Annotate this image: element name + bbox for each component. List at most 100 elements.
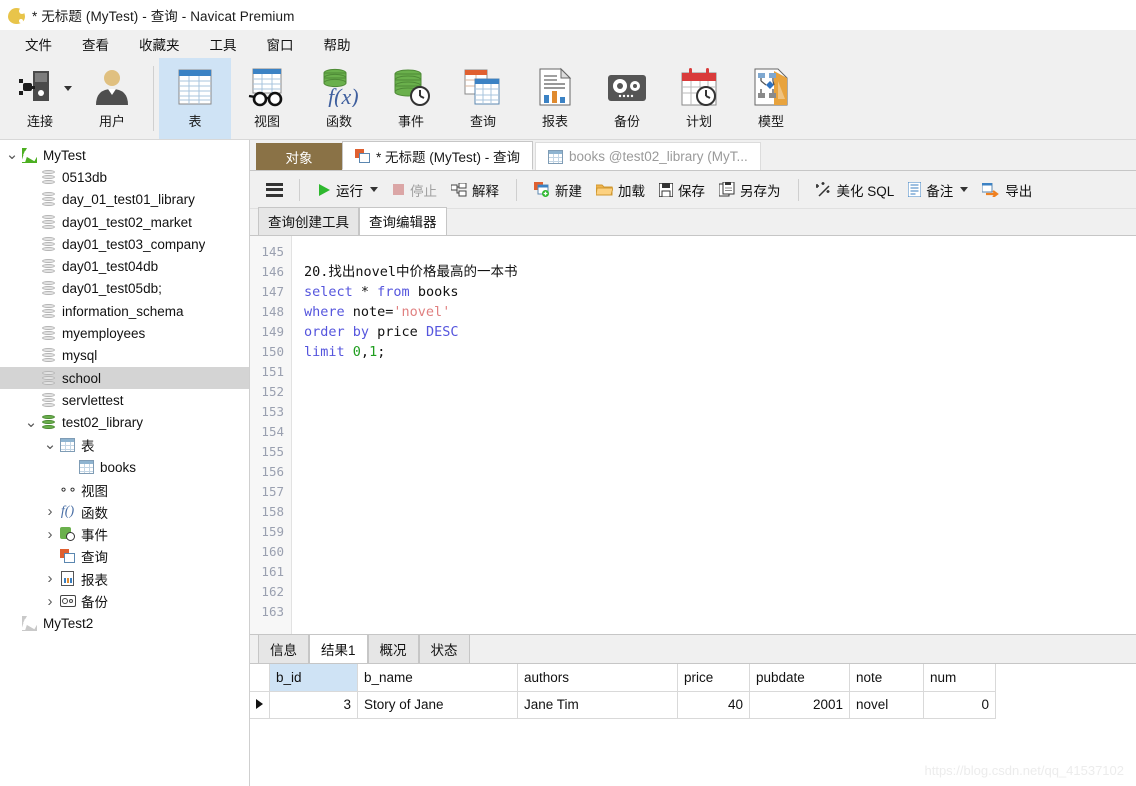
line-number: 151	[261, 364, 284, 379]
tree-node-day01_test02_market[interactable]: day01_test02_market	[0, 211, 249, 233]
sql-code-area[interactable]: 20.找出novel中价格最高的一本书 select * from books wh…	[292, 236, 1136, 634]
tree-node-test02_library[interactable]: ⌄ test02_library	[0, 412, 249, 434]
menu-item-2[interactable]: 收藏夹	[124, 31, 195, 57]
column-header-num[interactable]: num	[923, 664, 996, 692]
toolbar-button-备份[interactable]: 备份	[591, 58, 663, 139]
chevron-right-icon[interactable]: ›	[42, 504, 58, 519]
sql-editor[interactable]: 145 146 147 148 149 150 151 152 153 154 155 156 157 1…	[250, 235, 1136, 634]
navigation-tree[interactable]: ⌄ MyTest 0513db day_01_test01_library day01_…	[0, 140, 250, 786]
editor-tab-0[interactable]: 查询创建工具	[258, 207, 359, 235]
tree-node-servlettest[interactable]: servlettest	[0, 389, 249, 411]
toolbar-button-视图[interactable]: 视图	[231, 58, 303, 139]
toolbar-button-计划[interactable]: 计划	[663, 58, 735, 139]
chevron-right-icon[interactable]: ›	[42, 527, 58, 542]
menu-item-0[interactable]: 文件	[10, 31, 67, 57]
result-tab-结果1[interactable]: 结果1	[309, 634, 368, 663]
column-header-b_name[interactable]: b_name	[357, 664, 518, 692]
menu-item-1[interactable]: 查看	[67, 31, 124, 57]
menu-item-5[interactable]: 帮助	[309, 31, 366, 57]
query-button-备注[interactable]: 备注	[901, 176, 975, 204]
menu-item-3[interactable]: 工具	[195, 31, 252, 57]
object-tab[interactable]: 对象	[256, 143, 342, 170]
query-button-运行[interactable]: 运行	[310, 176, 385, 204]
connection-green-icon	[20, 147, 39, 163]
toolbar-button-模型[interactable]: 模型	[735, 58, 807, 139]
document-tab-0[interactable]: * 无标题 (MyTest) - 查询	[342, 141, 533, 170]
column-header-pubdate[interactable]: pubdate	[749, 664, 850, 692]
line-number: 156	[261, 464, 284, 479]
chevron-right-icon[interactable]: ›	[42, 571, 58, 586]
tree-node-事件[interactable]: › 事件	[0, 523, 249, 545]
tree-node-day_01_test01_library[interactable]: day_01_test01_library	[0, 189, 249, 211]
editor-tab-1[interactable]: 查询编辑器	[359, 207, 447, 235]
tree-node-label: mysql	[62, 348, 98, 364]
view-glasses-icon	[247, 64, 287, 110]
hamburger-menu-icon[interactable]	[260, 177, 289, 203]
line-number: 154	[261, 424, 284, 439]
chevron-down-icon[interactable]	[64, 86, 72, 91]
query-button-解释[interactable]: 解释	[444, 176, 506, 204]
chevron-down-icon[interactable]	[370, 187, 378, 192]
chevron-down-icon[interactable]: ⌄	[23, 415, 39, 430]
chevron-right-icon[interactable]: ›	[42, 594, 58, 609]
toolbar-button-表[interactable]: 表	[159, 58, 231, 139]
result-tab-状态[interactable]: 状态	[418, 634, 470, 663]
chevron-down-icon[interactable]	[960, 187, 969, 192]
column-header-price[interactable]: price	[677, 664, 750, 692]
tree-node-报表[interactable]: › 报表	[0, 568, 249, 590]
query-icon	[58, 549, 77, 564]
cell-price[interactable]: 40	[677, 691, 750, 719]
query-button-导出[interactable]: 导出	[975, 176, 1039, 204]
tree-node-label: MyTest	[43, 147, 86, 163]
tree-node-备份[interactable]: › 备份	[0, 590, 249, 612]
toolbar-button-报表[interactable]: 报表	[519, 58, 591, 139]
tree-node-MyTest2[interactable]: MyTest2	[0, 612, 249, 634]
tree-node-school[interactable]: school	[0, 366, 249, 390]
toolbar-button-用户[interactable]: 用户	[76, 58, 148, 139]
toolbar-button-函数[interactable]: f(x) 函数	[303, 58, 375, 139]
document-tab-label: books @test02_library (MyT...	[569, 149, 748, 164]
tree-node-函数[interactable]: › f() 函数	[0, 501, 249, 523]
column-header-authors[interactable]: authors	[517, 664, 678, 692]
chevron-down-icon[interactable]: ⌄	[4, 147, 20, 162]
query-button-保存[interactable]: 保存	[652, 176, 712, 204]
tree-node-day01_test04db[interactable]: day01_test04db	[0, 255, 249, 277]
query-button-停止[interactable]: 停止	[385, 176, 444, 204]
tree-node-day01_test03_company[interactable]: day01_test03_company	[0, 233, 249, 255]
result-tab-概况[interactable]: 概况	[367, 634, 419, 663]
chevron-down-icon[interactable]: ⌄	[42, 437, 58, 452]
tree-node-MyTest[interactable]: ⌄ MyTest	[0, 144, 249, 166]
tree-node-表[interactable]: ⌄ 表	[0, 434, 249, 456]
tree-node-day01_test05db;[interactable]: day01_test05db;	[0, 278, 249, 300]
query-button-美化-SQL[interactable]: 美化 SQL	[809, 176, 902, 204]
tree-node-0513db[interactable]: 0513db	[0, 166, 249, 188]
toolbar-button-查询[interactable]: 查询	[447, 58, 519, 139]
window-title: * 无标题 (MyTest) - 查询 - Navicat Premium	[32, 9, 295, 24]
document-tab-1[interactable]: books @test02_library (MyT...	[535, 142, 761, 170]
column-header-note[interactable]: note	[849, 664, 924, 692]
table-row[interactable]: 3 Story of Jane Jane Tim 40 2001 novel 0	[250, 691, 996, 719]
query-button-新建[interactable]: 新建	[527, 176, 589, 204]
toolbar-button-连接[interactable]: 连接	[4, 58, 76, 139]
query-button-加载[interactable]: 加载	[589, 176, 652, 204]
result-grid[interactable]: b_id b_name authors price pubdate note num 3 St…	[250, 663, 1136, 786]
cell-authors[interactable]: Jane Tim	[517, 691, 678, 719]
tree-node-视图[interactable]: ⚬⚬ 视图	[0, 478, 249, 500]
result-tab-信息[interactable]: 信息	[258, 634, 309, 663]
tree-node-myemployees[interactable]: myemployees	[0, 322, 249, 344]
cell-b_id[interactable]: 3	[269, 691, 358, 719]
cell-num[interactable]: 0	[923, 691, 996, 719]
tree-node-books[interactable]: books	[0, 456, 249, 478]
cell-pubdate[interactable]: 2001	[749, 691, 850, 719]
query-button-另存为[interactable]: 另存为	[712, 176, 788, 204]
tree-node-mysql[interactable]: mysql	[0, 345, 249, 367]
tree-node-information_schema[interactable]: information_schema	[0, 300, 249, 322]
menu-item-4[interactable]: 窗口	[252, 31, 309, 57]
navicat-window: * 无标题 (MyTest) - 查询 - Navicat Premium 文件…	[0, 0, 1136, 786]
cell-note[interactable]: novel	[849, 691, 924, 719]
column-header-b_id[interactable]: b_id	[269, 664, 358, 692]
cell-b_name[interactable]: Story of Jane	[357, 691, 518, 719]
tree-node-查询[interactable]: 查询	[0, 545, 249, 567]
toolbar-button-事件[interactable]: 事件	[375, 58, 447, 139]
result-table[interactable]: b_id b_name authors price pubdate note num 3 St…	[250, 664, 996, 719]
